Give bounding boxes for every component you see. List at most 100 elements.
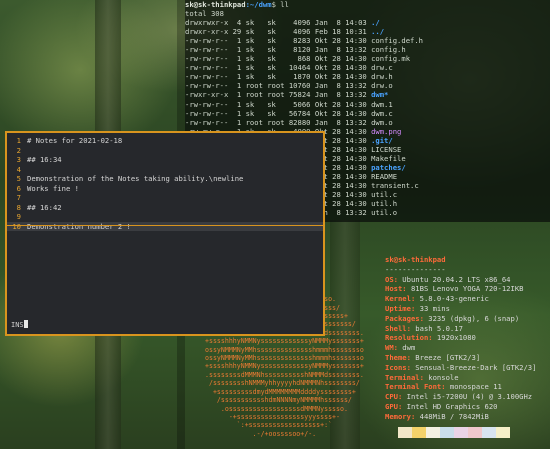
notes-line: 3 ## 16:34 xyxy=(7,155,323,165)
notes-line: 7 xyxy=(7,193,323,203)
notes-line: 10 Demonstration number 2 ! xyxy=(7,221,323,231)
neofetch-value: 1920x1080 xyxy=(432,333,476,343)
ascii-line: +sssshhhyNMMNyssssssssssssyNMMMysssssss+ xyxy=(205,337,364,346)
ls-filename: LICENSE xyxy=(366,144,402,154)
notes-line: 1 # Notes for 2021-02-18 xyxy=(7,136,323,146)
ls-row-meta: -rw-rw-r-- 1 sk sk 56784 Okt 28 14:30 xyxy=(185,108,367,118)
ls-row: -rw-rw-r-- 1 root root 10760 Jan 8 13:32… xyxy=(185,81,550,90)
neofetch-key: Host: xyxy=(385,284,407,294)
notes-line: 2 xyxy=(7,146,323,156)
notes-line: 9 xyxy=(7,212,323,222)
neofetch-divider: -------------- xyxy=(385,264,446,274)
neofetch-item: Terminal Font: monospace 11 xyxy=(385,382,550,392)
ascii-line: /ssssssssssshdmNNNNmyNMMMMhssssss/ xyxy=(205,396,352,405)
neofetch-value: Breeze [GTK2/3] xyxy=(410,352,481,362)
line-text: ## 16:34 xyxy=(27,155,62,164)
neofetch-value: 448MiB / 7842MiB xyxy=(415,411,489,421)
ascii-line: .-/+oossssoo+/-. xyxy=(205,429,317,438)
ls-filename: patches/ xyxy=(366,162,406,172)
ls-filename: util.h xyxy=(366,199,398,209)
ls-row-meta: -rw-rw-r-- 1 root root 10760 Jan 8 13:32 xyxy=(185,81,367,91)
color-swatch xyxy=(454,427,468,438)
neofetch-value: Sensual-Breeze-Dark [GTK2/3] xyxy=(410,362,537,372)
ls-filename: config.mk xyxy=(366,54,411,64)
color-swatch xyxy=(496,427,510,438)
neofetch-key: WM: xyxy=(385,343,398,353)
neofetch-key: Resolution: xyxy=(385,333,433,343)
ls-filename: util.o xyxy=(366,208,398,218)
ascii-line: /sssssssshNMMMyhhyyyyhdNMMMNhssssssss/ xyxy=(205,379,360,388)
color-swatch xyxy=(468,427,482,438)
ascii-line: -+sssssssssssssssssyyyssss+- xyxy=(205,412,340,421)
color-swatch xyxy=(482,427,496,438)
neofetch-item: GPU: Intel HD Graphics 620 xyxy=(385,402,550,412)
ls-row: drwxr-xr-x 29 sk sk 4096 Feb 18 10:31 ..… xyxy=(185,27,550,36)
pane-divider xyxy=(7,225,323,226)
ls-filename: .git/ xyxy=(366,135,393,145)
neofetch-item: Theme: Breeze [GTK2/3] xyxy=(385,353,550,363)
ls-filename: dwm.png xyxy=(366,126,402,136)
ls-row-meta: -rw-rw-r-- 1 sk sk 1870 Okt 28 14:30 xyxy=(185,72,367,82)
ls-filename: transient.c xyxy=(366,180,419,190)
neofetch-key: Uptime: xyxy=(385,303,416,313)
ls-filename: drw.c xyxy=(366,63,393,73)
ls-filename: dwm.1 xyxy=(366,99,393,109)
neofetch-value: dwm xyxy=(397,343,416,353)
ls-filename: ./ xyxy=(366,18,380,28)
neofetch-item: WM: dwm xyxy=(385,343,550,353)
neofetch-item: Host: 81BS Lenovo YOGA 720-12IKB xyxy=(385,284,550,294)
line-number: 9 xyxy=(16,212,21,221)
neofetch-key: Kernel: xyxy=(385,294,416,304)
line-text: ## 16:42 xyxy=(27,202,62,212)
neofetch-value: 3235 (dpkg), 6 (snap) xyxy=(423,313,520,323)
editor-mode-indicator: INS xyxy=(11,319,28,331)
neofetch-key: OS: xyxy=(385,274,398,284)
ls-row: -rw-rw-r-- 1 sk sk 8120 Jan 8 13:32 conf… xyxy=(185,45,550,54)
notes-line: 8 ## 16:42 xyxy=(7,203,323,213)
neofetch-key: Theme: xyxy=(385,352,411,362)
neofetch-item: Memory: 448MiB / 7842MiB xyxy=(385,412,550,422)
ls-filename: dwm* xyxy=(366,90,389,100)
neofetch-info: sk@sk-thinkpad -------------- OS: Ubuntu… xyxy=(385,255,550,422)
neofetch-key: GPU: xyxy=(385,401,403,411)
ls-row: -rw-rw-r-- 1 root root 82880 Jan 8 13:32… xyxy=(185,118,550,127)
neofetch-key: Icons: xyxy=(385,362,411,372)
neofetch-key: Memory: xyxy=(385,411,416,421)
notes-editor-window[interactable]: 1 # Notes for 2021-02-18 2 3 ## 16:34 4 5 Demon… xyxy=(5,131,325,336)
ls-filename: drw.h xyxy=(366,72,393,82)
neofetch-value: 81BS Lenovo YOGA 720-12IKB xyxy=(406,284,524,294)
neofetch-key: Terminal Font: xyxy=(385,382,446,392)
ls-row: -rw-rw-r-- 1 sk sk 1870 Okt 28 14:30 drw… xyxy=(185,72,550,81)
ls-filename: dwm.c xyxy=(366,108,393,118)
ls-row-meta: -rw-rw-r-- 1 sk sk 8120 Jan 8 13:32 xyxy=(185,45,367,55)
neofetch-key: Packages: xyxy=(385,313,424,323)
neofetch-item: Kernel: 5.8.0-43-generic xyxy=(385,294,550,304)
ls-filename: config.h xyxy=(366,45,406,55)
ls-filename: drw.o xyxy=(366,81,393,91)
neofetch-item: Terminal: konsole xyxy=(385,373,550,383)
notes-line: 4 xyxy=(7,165,323,175)
neofetch-item: OS: Ubuntu 20.04.2 LTS x86_64 xyxy=(385,275,550,285)
line-number: 6 xyxy=(16,183,21,193)
line-number: 2 xyxy=(16,145,21,155)
neofetch-value: 33 mins xyxy=(415,303,450,313)
ls-total: total 308 xyxy=(185,9,224,19)
ls-filename: ../ xyxy=(366,27,385,37)
line-number: 5 xyxy=(16,174,21,183)
notes-line: 6 Works fine ! xyxy=(7,184,323,194)
neofetch-value: Intel HD Graphics 620 xyxy=(402,401,498,411)
ascii-line: `:+ssssssssssssssssss+:` xyxy=(205,421,333,430)
color-swatch xyxy=(426,427,440,438)
ls-row-meta: -rw-rw-r-- 1 root root 82880 Jan 8 13:32 xyxy=(185,117,367,127)
neofetch-item: Packages: 3235 (dpkg), 6 (snap) xyxy=(385,314,550,324)
neofetch-value: konsole xyxy=(423,372,459,382)
color-swatch xyxy=(412,427,426,438)
ascii-line: +sssssssssdmydMMMMMMMMddddyssssssss+ xyxy=(205,387,356,396)
ls-filename: dwm.o xyxy=(366,117,393,127)
neofetch-value: Ubuntu 20.04.2 LTS x86_64 xyxy=(397,274,511,284)
neofetch-item: Shell: bash 5.0.17 xyxy=(385,324,550,334)
ascii-line: .ossssssssssssssssssdMMMNysssso. xyxy=(205,404,348,413)
ls-row-meta: -rw-rw-r-- 1 sk sk 868 Okt 28 14:30 xyxy=(185,54,367,64)
text-cursor xyxy=(23,319,28,328)
notes-text-area[interactable]: 1 # Notes for 2021-02-18 2 3 ## 16:34 4 5 Demon… xyxy=(7,133,323,231)
